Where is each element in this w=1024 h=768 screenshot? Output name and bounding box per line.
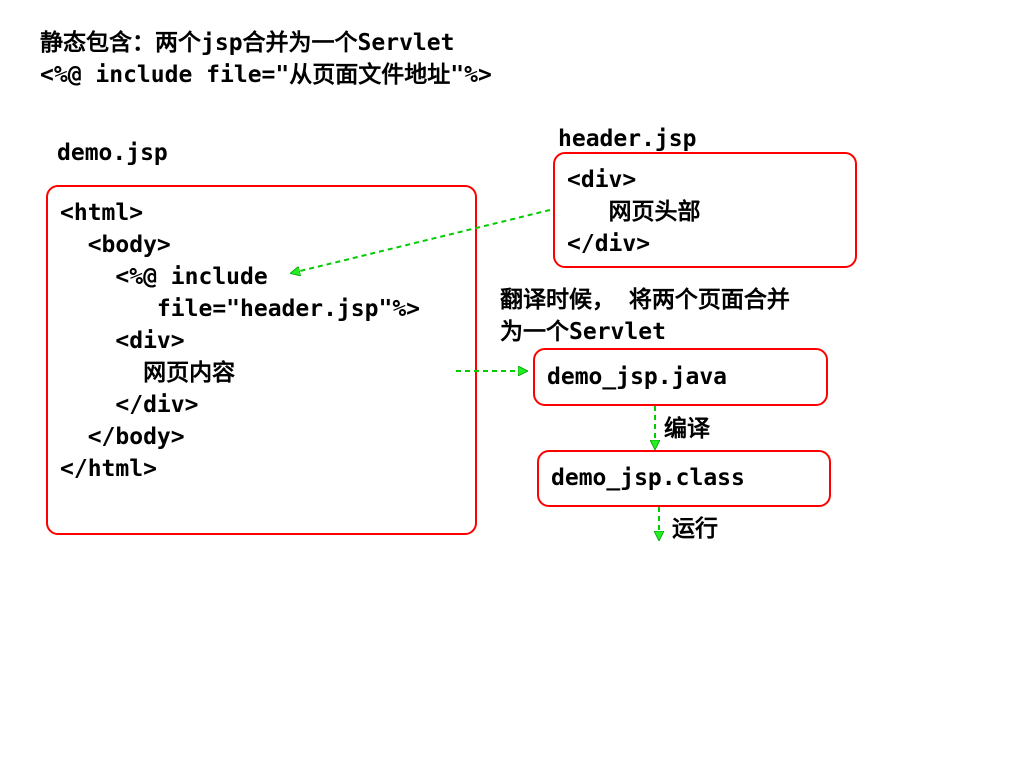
arrows-layer <box>0 209 1024 768</box>
include-arrow <box>292 209 551 273</box>
